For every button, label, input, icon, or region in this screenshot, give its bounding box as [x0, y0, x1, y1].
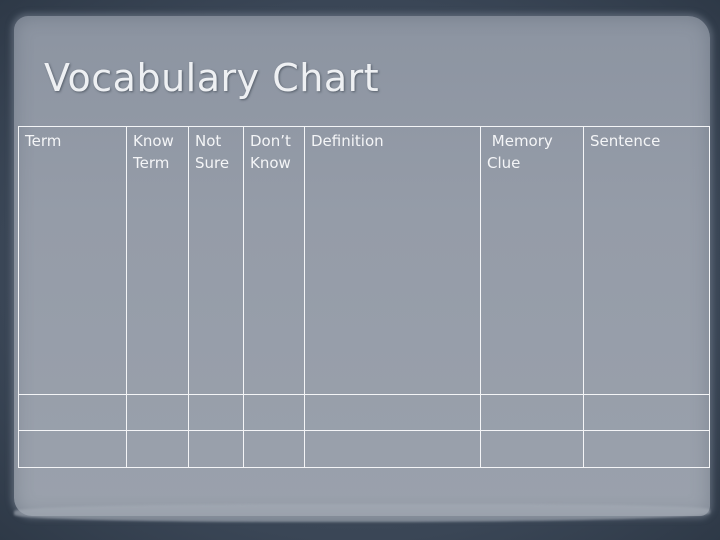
header-sentence: Sentence: [583, 126, 710, 395]
table-cell[interactable]: [304, 393, 481, 432]
table-cell[interactable]: [480, 393, 584, 432]
table-cell[interactable]: [18, 430, 127, 468]
header-know-term: Know Term: [126, 126, 189, 395]
table-cell[interactable]: [583, 393, 710, 432]
table-cell[interactable]: [126, 393, 189, 432]
header-definition: Definition: [304, 126, 481, 395]
table-row: [18, 393, 710, 432]
table-cell[interactable]: [304, 430, 481, 468]
table-cell[interactable]: [126, 430, 189, 468]
table-cell[interactable]: [188, 430, 244, 468]
table-cell[interactable]: [583, 430, 710, 468]
table-header-row: Term Know Term Not Sure Don’t Know Defin…: [18, 126, 710, 395]
table-cell[interactable]: [18, 393, 127, 432]
table-cell[interactable]: [243, 430, 305, 468]
slide-title: Vocabulary Chart: [44, 56, 380, 100]
table-cell[interactable]: [243, 393, 305, 432]
header-dont-know: Don’t Know: [243, 126, 305, 395]
header-not-sure: Not Sure: [188, 126, 244, 395]
header-term: Term: [18, 126, 127, 395]
slide-background: Vocabulary Chart Term Know Term Not Sure…: [0, 0, 720, 540]
table-cell[interactable]: [480, 430, 584, 468]
table-cell[interactable]: [188, 393, 244, 432]
vocabulary-table: Term Know Term Not Sure Don’t Know Defin…: [18, 126, 710, 468]
table-row: [18, 430, 710, 468]
header-memory-clue: Memory Clue: [480, 126, 584, 395]
